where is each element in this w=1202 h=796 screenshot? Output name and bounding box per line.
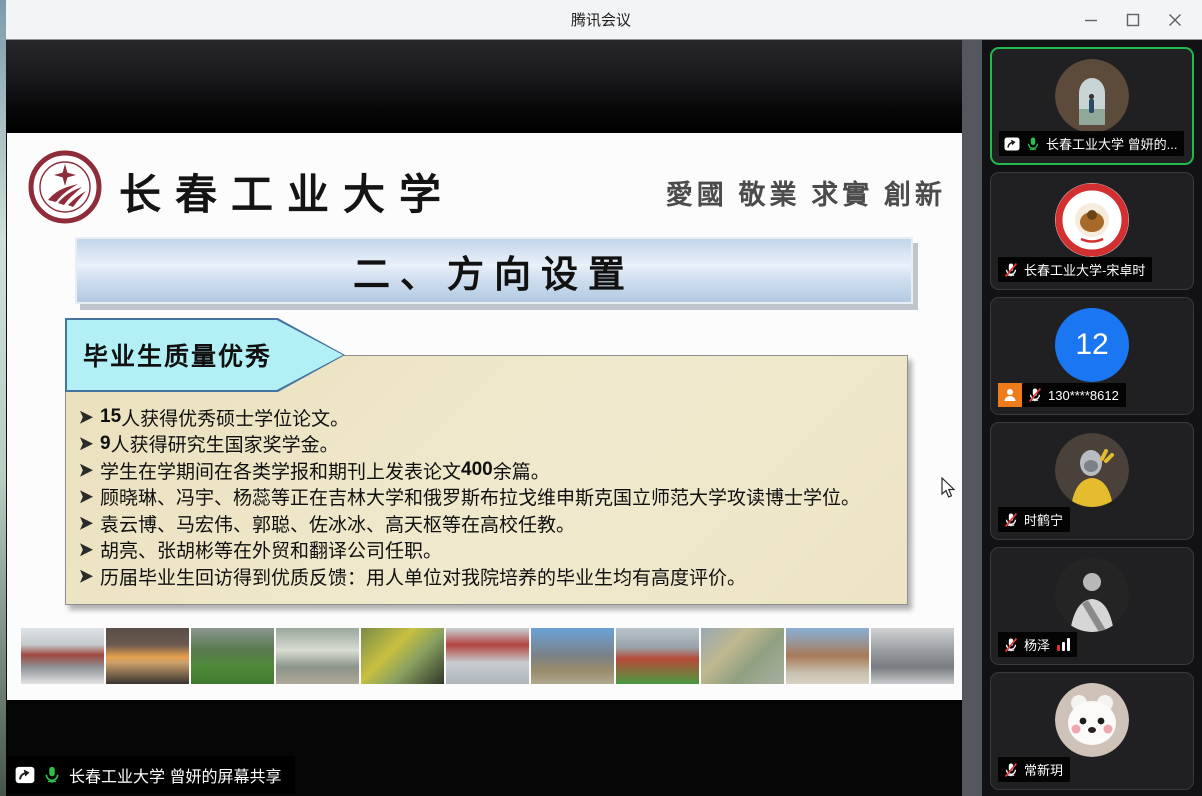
participant-tile[interactable]: 杨泽 bbox=[990, 547, 1194, 665]
participant-name: 时鹤宁 bbox=[1024, 510, 1063, 529]
participant-label: 长春工业大学 曾妍的... bbox=[999, 131, 1184, 156]
university-logo bbox=[28, 150, 102, 224]
minimize-icon bbox=[1083, 12, 1099, 28]
section-title-banner: 二、方向设置 bbox=[75, 237, 913, 304]
participant-tile[interactable]: 长春工业大学-宋卓时 bbox=[990, 172, 1194, 290]
person-icon bbox=[1002, 387, 1018, 403]
campus-photo-snowy-bridge-walkway bbox=[871, 628, 954, 684]
avatar-number-badge: 12 bbox=[1055, 308, 1129, 382]
participant-tile[interactable]: 常新玥 bbox=[990, 672, 1194, 790]
avatar-number: 12 bbox=[1075, 328, 1108, 362]
participant-tile[interactable]: 12 130****8612 bbox=[990, 297, 1194, 415]
bullet-arrow-icon bbox=[80, 543, 93, 556]
screen-share-icon bbox=[15, 765, 35, 785]
section-title: 二、方向设置 bbox=[353, 244, 635, 298]
avatar-costume-photo bbox=[1055, 433, 1129, 507]
bullet-arrow-icon bbox=[80, 464, 93, 477]
avatar-white-dog-photo bbox=[1055, 683, 1129, 757]
participant-tile[interactable]: 时鹤宁 bbox=[990, 422, 1194, 540]
window-controls bbox=[1070, 0, 1196, 40]
maximize-icon bbox=[1125, 12, 1141, 28]
network-signal-icon bbox=[1057, 638, 1070, 651]
avatar-bw-child-photo bbox=[1055, 558, 1129, 632]
shared-screen-right-band bbox=[962, 40, 982, 796]
university-motto: 愛國 敬業 求實 創新 bbox=[666, 173, 946, 212]
bullet-item: 胡亮、张胡彬等在外贸和翻译公司任职。 bbox=[80, 537, 901, 564]
window-title: 腾讯会议 bbox=[571, 9, 631, 30]
participant-label: 时鹤宁 bbox=[998, 507, 1070, 532]
campus-photo-autumn-foliage bbox=[361, 628, 444, 684]
campus-photo-aerial-campus-view bbox=[701, 628, 784, 684]
bullet-arrow-icon bbox=[80, 437, 93, 450]
campus-photo-spring-blossom-path bbox=[276, 628, 359, 684]
bullet-item: 学生在学期间在各类学报和期刊上发表论文400余篇。 bbox=[80, 457, 901, 484]
campus-photo-sports-field-track bbox=[616, 628, 699, 684]
screen-share-icon bbox=[1004, 136, 1020, 152]
photo-strip bbox=[21, 628, 954, 684]
campus-photo-campus-lawn-tree bbox=[191, 628, 274, 684]
bullet-list: 15人获得优秀硕士学位论文。9人获得研究生国家奖学金。学生在学期间在各类学报和期… bbox=[80, 404, 901, 590]
participant-label: 长春工业大学-宋卓时 bbox=[998, 257, 1152, 282]
bullet-item: 9人获得研究生国家奖学金。 bbox=[80, 431, 901, 458]
mic-muted-icon bbox=[1003, 762, 1019, 778]
callout-label: 毕业生质量优秀 bbox=[67, 337, 272, 373]
mouse-cursor bbox=[941, 477, 957, 499]
campus-photo-brick-academic-building bbox=[786, 628, 869, 684]
university-name: 长春工业大学 bbox=[119, 161, 455, 222]
bullet-arrow-icon bbox=[80, 570, 93, 583]
campus-photo-main-building-flagpoles bbox=[531, 628, 614, 684]
bullet-item: 顾晓琳、冯宇、杨蕊等正在吉林大学和俄罗斯布拉戈维申斯克国立师范大学攻读博士学位。 bbox=[80, 484, 901, 511]
mic-on-icon bbox=[42, 765, 62, 785]
title-bar: 腾讯会议 bbox=[0, 0, 1202, 40]
bullet-arrow-icon bbox=[80, 517, 93, 530]
bullet-arrow-icon bbox=[80, 490, 93, 503]
mic-muted-icon bbox=[1003, 512, 1019, 528]
mic-muted-icon bbox=[1003, 262, 1019, 278]
bullet-item: 历届毕业生回访得到优质反馈：用人单位对我院培养的毕业生均有高度评价。 bbox=[80, 563, 901, 590]
screen-share-banner-text: 长春工业大学 曾妍的屏幕共享 bbox=[69, 763, 281, 787]
mic-muted-icon bbox=[1027, 387, 1043, 403]
avatar-doorway-photo bbox=[1055, 59, 1129, 133]
maximize-button[interactable] bbox=[1112, 0, 1154, 40]
bullet-item: 15人获得优秀硕士学位论文。 bbox=[80, 404, 901, 431]
phone-user-badge bbox=[998, 383, 1022, 407]
participant-name: 常新玥 bbox=[1024, 760, 1063, 779]
participant-label: 常新玥 bbox=[998, 757, 1070, 782]
campus-photo-sunset-avenue bbox=[106, 628, 189, 684]
close-button[interactable] bbox=[1154, 0, 1196, 40]
campus-photo-winter-courtyard-red-building bbox=[446, 628, 529, 684]
content-box: 15人获得优秀硕士学位论文。9人获得研究生国家奖学金。学生在学期间在各类学报和期… bbox=[65, 355, 908, 605]
participant-label: 杨泽 bbox=[998, 632, 1077, 657]
shared-slide: 长春工业大学 愛國 敬業 求實 創新 二、方向设置 毕业生质量优秀 15人获得优… bbox=[7, 133, 962, 700]
close-icon bbox=[1167, 12, 1183, 28]
participant-label: 130****8612 bbox=[998, 383, 1126, 407]
avatar-jilin-university-logo bbox=[1055, 183, 1129, 257]
participant-name: 长春工业大学-宋卓时 bbox=[1024, 260, 1145, 279]
bullet-arrow-icon bbox=[80, 411, 93, 424]
mic-on-icon bbox=[1025, 136, 1041, 152]
participant-sidebar: 长春工业大学 曾妍的... 长春工业大学-宋卓时 bbox=[982, 40, 1202, 796]
participant-name: 长春工业大学 曾妍的... bbox=[1046, 134, 1177, 153]
participant-tile-sharer[interactable]: 长春工业大学 曾妍的... bbox=[990, 47, 1194, 165]
participant-name: 130****8612 bbox=[1048, 388, 1119, 403]
shared-screen-top-band bbox=[6, 40, 982, 133]
bullet-item: 袁云博、马宏伟、郭聪、佐冰冰、高天枢等在高校任教。 bbox=[80, 510, 901, 537]
minimize-button[interactable] bbox=[1070, 0, 1112, 40]
screen-share-banner: 长春工业大学 曾妍的屏幕共享 bbox=[7, 756, 295, 793]
mic-muted-icon bbox=[1003, 637, 1019, 653]
campus-photo-snowy-campus-red-building bbox=[21, 628, 104, 684]
participant-name: 杨泽 bbox=[1024, 635, 1050, 654]
tencent-meeting-window: 腾讯会议 长春工业大学 愛國 敬業 求實 創新 bbox=[0, 0, 1202, 796]
